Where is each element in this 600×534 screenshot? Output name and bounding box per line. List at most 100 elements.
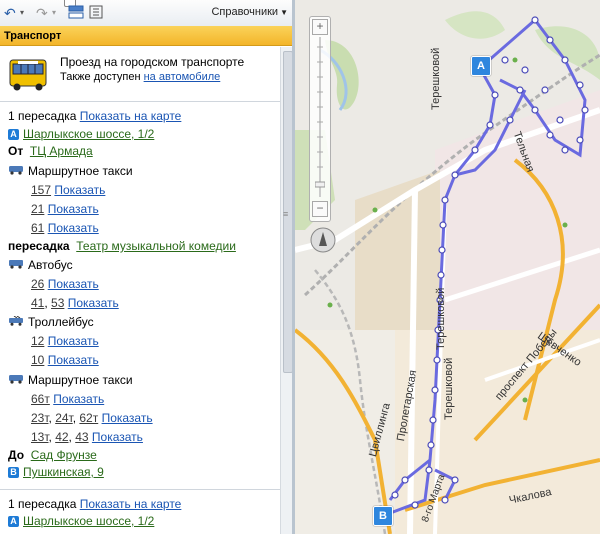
street-label: Терешковой	[430, 47, 442, 110]
route-number-link[interactable]: 43	[75, 430, 88, 444]
from-label: От	[8, 144, 24, 158]
zoom-out-button[interactable]: −	[312, 201, 328, 217]
trolleybus-icon	[9, 316, 23, 326]
route2-start: A Шарлыкское шоссе, 1/2	[8, 514, 154, 528]
route1-summary: 1 пересадка Показать на карте	[8, 109, 181, 123]
leg4-route-2: 13т, 42, 43 Показать	[31, 430, 143, 444]
show-route-link[interactable]: Показать	[48, 202, 99, 216]
leg2-route-0: 26 Показать	[31, 277, 99, 291]
street-label: Терешковой	[443, 357, 455, 420]
route1-to: До Сад Фрунзе	[8, 448, 97, 462]
show-route-link[interactable]: Показать	[102, 411, 153, 425]
map-pin-b[interactable]: B	[373, 506, 393, 526]
route-number-link[interactable]: 42	[55, 430, 68, 444]
leg3-type: Троллейбус	[8, 315, 94, 329]
street-label: Терешковой	[435, 287, 447, 350]
leg1-route-1: 21 Показать	[31, 202, 99, 216]
leg4-route-0: 66т Показать	[31, 392, 104, 406]
route-number-link[interactable]: 41	[31, 296, 44, 310]
route1-end: B Пушкинская, 9	[8, 465, 104, 479]
point-a-badge: A	[8, 129, 19, 140]
route1-from: От ТЦ Армада	[8, 144, 93, 158]
route2-summary: 1 пересадка Показать на карте	[8, 497, 181, 511]
zoom-scale[interactable]	[315, 37, 325, 197]
leg1-route-0: 157 Показать	[31, 183, 105, 197]
route-number-link[interactable]: 26	[31, 277, 44, 291]
header-subtitle: Также доступен на автомобиле	[60, 71, 220, 83]
route-number-link[interactable]: 23т	[31, 411, 49, 425]
panel-content: Проезд на городском транспорте Также дос…	[0, 47, 280, 534]
car-route-link[interactable]: на автомобиле	[144, 71, 221, 83]
bus-icon	[9, 59, 47, 91]
expand-icon[interactable]	[88, 4, 104, 22]
route1-transfers: 1 пересадка	[8, 109, 77, 123]
divider	[0, 101, 280, 102]
toolbar: ↶ ▾ ↷ ▾ Справочники ▼	[0, 0, 294, 27]
divider	[0, 489, 280, 490]
leg3-type-label: Троллейбус	[28, 315, 94, 329]
route-number-link[interactable]: 66т	[31, 392, 50, 406]
route2-transfers: 1 пересадка	[8, 497, 77, 511]
back-icon[interactable]: ↶	[4, 4, 16, 22]
leg2-type: Автобус	[8, 258, 73, 272]
references-menu[interactable]: Справочники ▼	[211, 6, 288, 18]
map-view[interactable]: + − A B Терешковой Тельная Терешковой Те…	[295, 0, 600, 534]
leg3-route-0: 12 Показать	[31, 334, 99, 348]
route1-start-address-link[interactable]: Шарлыкское шоссе, 1/2	[23, 127, 154, 141]
show-route-link[interactable]: Показать	[54, 183, 105, 197]
show-route-link[interactable]: Показать	[53, 392, 104, 406]
leg1-type-label: Маршрутное такси	[28, 164, 133, 178]
leg2-type-label: Автобус	[28, 258, 73, 272]
from-place-link[interactable]: ТЦ Армада	[30, 144, 93, 158]
leg4-type: Маршрутное такси	[8, 373, 133, 387]
forward-dropdown-icon[interactable]: ▾	[52, 4, 56, 22]
back-dropdown-icon[interactable]: ▾	[20, 4, 24, 22]
to-place-link[interactable]: Сад Фрунзе	[31, 448, 97, 462]
header-sub-prefix: Также доступен	[60, 71, 141, 83]
map-canvas	[295, 0, 600, 534]
minibus-icon	[9, 375, 23, 384]
bus-small-icon	[9, 260, 23, 269]
show-route-link[interactable]: Показать	[48, 221, 99, 235]
leg3-route-1: 10 Показать	[31, 353, 99, 367]
route-number-link[interactable]: 10	[31, 353, 44, 367]
route-number-link[interactable]: 24т	[55, 411, 73, 425]
route1-start: A Шарлыкское шоссе, 1/2	[8, 127, 154, 141]
minibus-icon	[9, 166, 23, 175]
header-title: Проезд на городском транспорте	[60, 55, 245, 69]
route-number-link[interactable]: 12	[31, 334, 44, 348]
to-label: До	[8, 448, 25, 462]
route2-show-on-map-link[interactable]: Показать на карте	[80, 497, 182, 511]
scroll-grip-icon: ≡	[283, 209, 289, 219]
point-b-badge: B	[8, 467, 19, 478]
show-route-link[interactable]: Показать	[48, 277, 99, 291]
chevron-down-icon: ▼	[280, 8, 288, 17]
route-number-link[interactable]: 53	[51, 296, 64, 310]
show-route-link[interactable]: Показать	[48, 334, 99, 348]
forward-icon[interactable]: ↷	[36, 4, 48, 22]
route2-start-address-link[interactable]: Шарлыкское шоссе, 1/2	[23, 514, 154, 528]
map-pin-a[interactable]: A	[471, 56, 491, 76]
route-number-link[interactable]: 62т	[79, 411, 98, 425]
zoom-control[interactable]: + −	[309, 16, 331, 222]
references-label: Справочники	[211, 6, 279, 18]
layout-icon[interactable]	[68, 4, 84, 22]
transfer-label: пересадка	[8, 239, 70, 253]
route-number-link[interactable]: 13т	[31, 430, 49, 444]
transfer-point: пересадка Театр музыкальной комедии	[8, 239, 236, 253]
leg1-route-2: 61 Показать	[31, 221, 99, 235]
panel-title: Транспорт	[0, 26, 292, 46]
transfer-place-link[interactable]: Театр музыкальной комедии	[76, 239, 236, 253]
point-a-badge: A	[8, 516, 19, 527]
route-number-link[interactable]: 21	[31, 202, 44, 216]
leg4-type-label: Маршрутное такси	[28, 373, 133, 387]
show-route-link[interactable]: Показать	[92, 430, 143, 444]
route1-end-address-link[interactable]: Пушкинская, 9	[23, 465, 104, 479]
show-route-link[interactable]: Показать	[48, 353, 99, 367]
leg2-route-1: 41, 53 Показать	[31, 296, 119, 310]
route-number-link[interactable]: 157	[31, 183, 51, 197]
zoom-in-button[interactable]: +	[312, 19, 328, 35]
route1-show-on-map-link[interactable]: Показать на карте	[80, 109, 182, 123]
route-number-link[interactable]: 61	[31, 221, 44, 235]
show-route-link[interactable]: Показать	[68, 296, 119, 310]
